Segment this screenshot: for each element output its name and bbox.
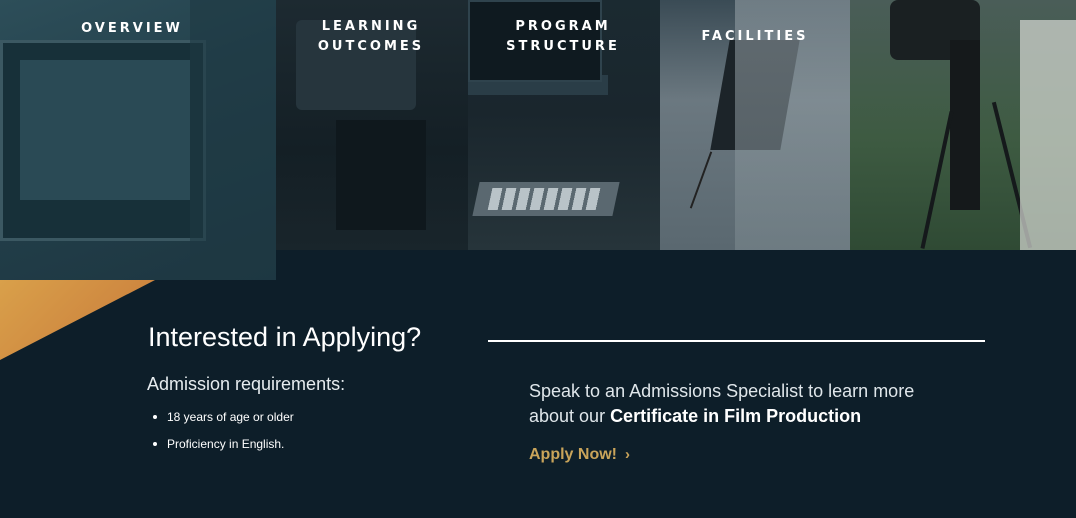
orange-accent-wedge <box>0 280 155 360</box>
nav-facilities[interactable]: FACILITIES <box>690 27 820 47</box>
list-item: 18 years of age or older <box>148 405 294 432</box>
nav-facilities-label: FACILITIES <box>701 29 809 44</box>
bullet-icon <box>153 442 157 446</box>
chevron-right-icon: › <box>625 446 630 463</box>
cta-title: Interested in Applying? <box>148 322 422 352</box>
nav-learning-outcomes[interactable]: LEARNING OUTCOMES <box>306 17 436 57</box>
bullet-icon <box>153 415 157 419</box>
nav-program-structure[interactable]: PROGRAM STRUCTURE <box>498 17 628 57</box>
nav-program-structure-line-1: PROGRAM <box>515 19 611 34</box>
requirement-text: Proficiency in English. <box>167 437 285 451</box>
nav-program-structure-line-2: STRUCTURE <box>506 39 620 54</box>
admissions-message: Speak to an Admissions Specialist to lea… <box>529 379 959 429</box>
list-item: Proficiency in English. <box>148 432 294 459</box>
requirement-text: 18 years of age or older <box>167 410 294 424</box>
outdoor-film-camera-photo <box>850 0 1076 250</box>
requirements-list: 18 years of age or older Proficiency in … <box>148 405 294 459</box>
nav-overview[interactable]: OVERVIEW <box>72 19 192 39</box>
nav-overview-label: OVERVIEW <box>81 21 183 36</box>
nav-learning-outcomes-line-1: LEARNING <box>321 19 421 34</box>
nav-learning-outcomes-line-2: OUTCOMES <box>317 39 425 54</box>
requirements-label: Admission requirements: <box>147 374 346 394</box>
apply-now-link[interactable]: Apply Now! › <box>529 446 630 464</box>
camera-monitor-photo <box>0 0 276 280</box>
program-name: Certificate in Film Production <box>610 406 862 426</box>
section-divider <box>488 340 985 342</box>
apply-now-label: Apply Now! <box>529 446 617 463</box>
